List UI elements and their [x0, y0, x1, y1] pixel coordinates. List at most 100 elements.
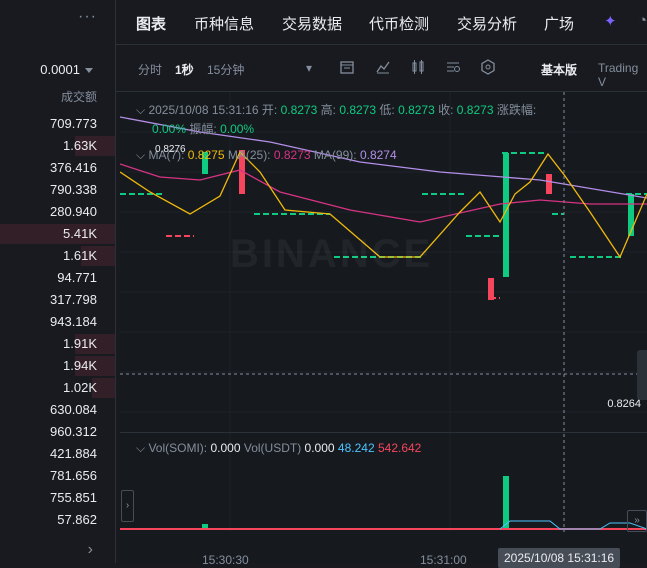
low-label: 低:	[379, 103, 395, 117]
expand-chevron-icon[interactable]: ›	[88, 541, 93, 559]
volume-value: 943.184	[50, 314, 97, 329]
volume-row: 781.656	[0, 465, 97, 487]
volume-value: 630.084	[50, 402, 97, 417]
tab-trade-analysis[interactable]: 交易分析	[457, 13, 517, 34]
volume-row: 790.338	[0, 179, 97, 201]
volume-row: 1.94K	[0, 355, 115, 377]
volume-value: 709.773	[50, 116, 97, 131]
chart-tabs: 图表 币种信息 交易数据 代币检测 交易分析 广场 ✦ ◔	[116, 0, 647, 47]
indicators-icon[interactable]	[445, 59, 461, 75]
notification-icon[interactable]: ◔	[638, 12, 647, 29]
depth-bar	[0, 224, 115, 244]
volume-bar	[202, 524, 208, 528]
tab-chart[interactable]: 图表	[136, 13, 167, 47]
precision-select[interactable]: 0.0001	[40, 62, 93, 77]
volume-row: 1.02K	[0, 377, 115, 399]
precision-value: 0.0001	[40, 62, 80, 77]
scroll-right-button[interactable]: »	[627, 510, 647, 532]
volume-value: 94.771	[57, 270, 97, 285]
ma25-value: 0.8273	[273, 148, 311, 162]
vol-somi-label: Vol(SOMI):	[148, 441, 208, 455]
vol-ma-b-value: 542.642	[377, 441, 422, 455]
amplitude-label: 振幅:	[189, 122, 217, 136]
volume-legend: ⌵ Vol(SOMI): 0.000 Vol(USDT) 0.000 48.24…	[136, 441, 421, 456]
open-label: 开:	[261, 103, 278, 117]
close-value: 0.8273	[456, 103, 494, 117]
volume-ma-line	[499, 520, 647, 530]
open-value: 0.8273	[280, 103, 318, 117]
volume-value: 1.91K	[63, 336, 97, 351]
volume-row: 421.884	[0, 443, 97, 465]
volume-row: 376.416	[0, 157, 97, 179]
volume-value: 376.416	[50, 160, 97, 175]
ma25-label: MA(25):	[227, 148, 271, 162]
time-cursor-label: 2025/10/08 15:31:16	[498, 548, 621, 568]
interval-dropdown-icon[interactable]: ▾	[306, 61, 312, 75]
tab-trade-data[interactable]: 交易数据	[282, 13, 342, 34]
tab-token-check[interactable]: 代币检测	[369, 13, 429, 34]
volume-row: 943.184	[0, 311, 97, 333]
volume-row: 280.940	[0, 201, 97, 223]
legend-collapse-icon[interactable]: ⌵	[136, 103, 145, 117]
volume-row: 755.851	[0, 487, 97, 509]
high-value: 0.8273	[339, 103, 377, 117]
settings-icon[interactable]	[480, 59, 496, 75]
volume-row: 1.91K	[0, 333, 115, 355]
volume-value: 1.61K	[63, 248, 97, 263]
change-label: 涨跌幅:	[496, 103, 537, 117]
volume-value: 317.798	[50, 292, 97, 307]
ma99-value: 0.8274	[359, 148, 397, 162]
change-value: 0.00%	[152, 122, 187, 136]
high-label: 高:	[320, 103, 336, 117]
ma-collapse-icon[interactable]: ⌵	[136, 148, 145, 162]
candlestick-icon[interactable]	[410, 59, 426, 75]
time-tick-1: 15:30:30	[202, 553, 249, 567]
volume-value: 1.94K	[63, 358, 97, 373]
orderbook-panel: ··· 0.0001 成交额 709.773 1.63K 376.416 790.33…	[0, 0, 115, 563]
vol-usdt-label: Vol(USDT)	[243, 441, 302, 455]
volume-row: 57.862	[0, 509, 97, 531]
volume-value: 755.851	[50, 490, 97, 505]
view-tradingview-button[interactable]: Trading V	[598, 61, 647, 89]
volume-row: 94.771	[0, 267, 97, 289]
interval-timeline[interactable]: 分时	[138, 61, 162, 78]
low-value: 0.8273	[398, 103, 435, 117]
price-axis-handle[interactable]	[637, 350, 647, 400]
more-menu-button[interactable]: ···	[78, 8, 97, 26]
ma99-label: MA(99):	[313, 148, 357, 162]
vol-usdt-value: 0.000	[304, 441, 335, 455]
calendar-icon[interactable]	[339, 59, 355, 75]
volume-row: 317.798	[0, 289, 97, 311]
tab-coin-info[interactable]: 币种信息	[194, 13, 254, 34]
view-basic-button[interactable]: 基本版	[541, 61, 577, 78]
volume-bar	[503, 476, 509, 528]
high-marker-label: 0.8276	[155, 144, 186, 155]
volume-row: 960.312	[0, 421, 97, 443]
ai-sparkle-icon[interactable]: ✦	[604, 12, 617, 30]
chevron-down-icon	[85, 68, 93, 74]
volume-row: 1.61K	[0, 245, 115, 267]
volume-collapse-icon[interactable]: ⌵	[136, 441, 145, 455]
time-tick-2: 15:31:00	[420, 553, 467, 567]
ma25-line	[120, 163, 647, 223]
scroll-left-button[interactable]: ›	[121, 490, 134, 522]
volume-value: 1.02K	[63, 380, 97, 395]
chart-toolbar: 分时 1秒 15分钟 ▾ 基本版 Trading V	[116, 45, 647, 92]
interval-15m[interactable]: 15分钟	[207, 61, 244, 78]
volume-value: 57.862	[57, 512, 97, 527]
line-chart-icon[interactable]	[375, 59, 391, 75]
volume-value: 1.63K	[63, 138, 97, 153]
tab-square[interactable]: 广场	[544, 13, 574, 34]
volume-value: 960.312	[50, 424, 97, 439]
volume-value: 5.41K	[63, 226, 97, 241]
ohlc-legend: ⌵ 2025/10/08 15:31:16 开: 0.8273 高: 0.827…	[136, 101, 536, 118]
vol-ma-a-value: 48.242	[337, 441, 375, 455]
candle	[546, 174, 552, 194]
volume-value: 280.940	[50, 204, 97, 219]
price-chart[interactable]: BINANCE ⌵ 2025/10/08 15:31:16 开: 0.8273 …	[120, 92, 647, 568]
interval-1s[interactable]: 1秒	[175, 61, 194, 78]
amplitude-value: 0.00%	[220, 122, 255, 136]
close-label: 收:	[438, 103, 454, 117]
volume-separator	[120, 432, 647, 433]
volume-row: 630.084	[0, 399, 97, 421]
